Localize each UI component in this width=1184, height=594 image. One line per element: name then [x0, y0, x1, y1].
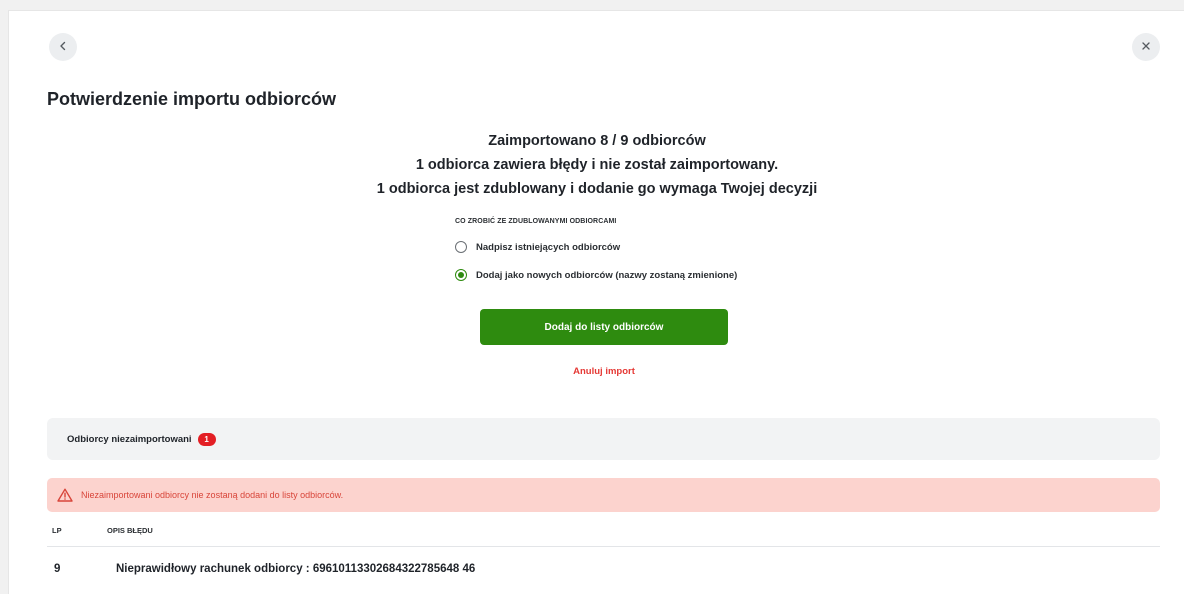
table-cell-lp: 9	[54, 563, 61, 575]
duplicates-section-label: CO ZROBIĆ ZE ZDUBLOWANYMI ODBIORCAMI	[455, 218, 617, 225]
import-summary-errors: 1 odbiorca zawiera błędy i nie został za…	[415, 157, 779, 173]
radio-label: Dodaj jako nowych odbiorców (nazwy zosta…	[476, 269, 738, 281]
radio-overwrite-existing[interactable]: Nadpisz istniejących odbiorców	[455, 241, 620, 253]
column-header-lp: LP	[52, 526, 62, 535]
back-button[interactable]	[49, 33, 77, 61]
radio-button[interactable]	[455, 241, 467, 253]
error-alert: Niezaimportowani odbiorcy nie zostaną do…	[47, 478, 1160, 512]
section-title: Odbiorcy niezaimportowani	[67, 433, 192, 445]
add-to-recipients-button[interactable]: Dodaj do listy odbiorców	[480, 309, 728, 345]
not-imported-section-header[interactable]: Odbiorcy niezaimportowani 1	[47, 418, 1160, 460]
import-confirmation-panel: Potwierdzenie importu odbiorców Zaimport…	[8, 10, 1184, 594]
count-badge: 1	[197, 432, 216, 446]
column-header-error-description: OPIS BŁĘDU	[107, 526, 153, 535]
warning-icon	[57, 488, 73, 502]
table-divider	[47, 546, 1160, 547]
cancel-import-link[interactable]: Anuluj import	[9, 366, 1184, 377]
radio-button-checked[interactable]	[455, 269, 467, 281]
import-summary-count: Zaimportowano 8 / 9 odbiorców	[488, 133, 706, 149]
import-summary-duplicates: 1 odbiorca jest zdublowany i dodanie go …	[376, 181, 818, 197]
close-icon	[1141, 38, 1151, 56]
chevron-left-icon	[58, 38, 68, 56]
table-cell-error-description: Nieprawidłowy rachunek odbiorcy : 696101…	[116, 563, 476, 575]
page-title: Potwierdzenie importu odbiorców	[47, 89, 337, 109]
radio-add-as-new[interactable]: Dodaj jako nowych odbiorców (nazwy zosta…	[455, 269, 737, 281]
radio-dot	[458, 272, 464, 278]
alert-text: Niezaimportowani odbiorcy nie zostaną do…	[81, 490, 344, 500]
close-button[interactable]	[1132, 33, 1160, 61]
radio-label: Nadpisz istniejących odbiorców	[476, 241, 621, 253]
